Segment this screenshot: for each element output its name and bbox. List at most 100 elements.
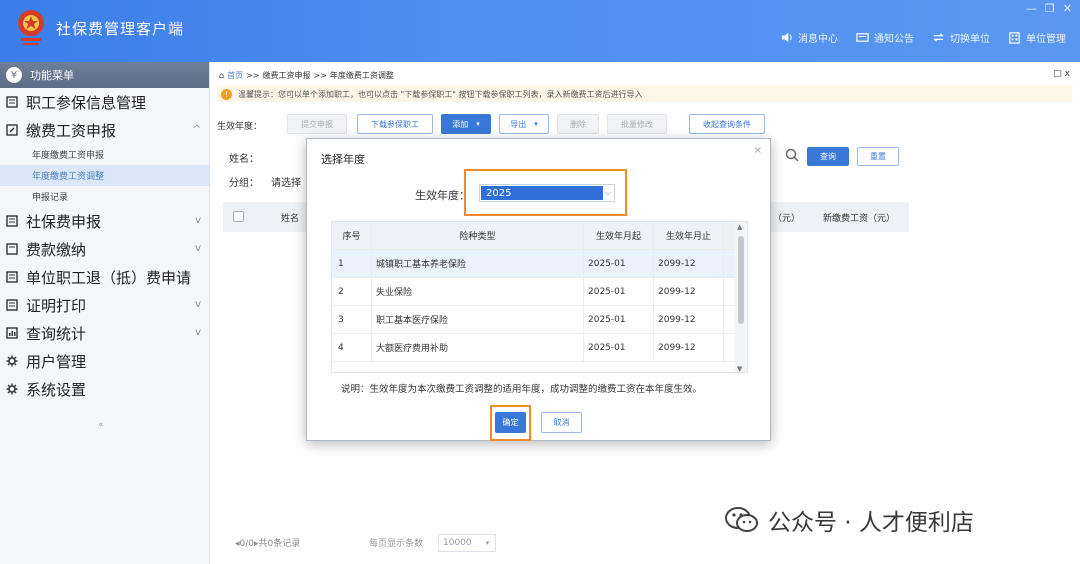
yen-icon: ¥ <box>6 67 22 83</box>
scroll-down-icon[interactable]: ▼ <box>737 365 742 372</box>
cell-type: 城镇职工基本养老保险 <box>372 250 584 277</box>
unit-manage-button[interactable]: 单位管理 <box>1008 30 1066 45</box>
cell-end: 2099-12 <box>654 334 724 361</box>
grid-icon <box>6 215 18 227</box>
export-button[interactable]: 导出 ▾ <box>499 114 549 134</box>
building-icon <box>1009 32 1020 44</box>
search-button[interactable]: 查询 <box>807 147 849 166</box>
select-all-checkbox[interactable] <box>233 211 244 222</box>
grid-icon <box>6 271 18 283</box>
emblem-logo-icon <box>18 10 44 45</box>
watermark: 公众号 · 人才便利店 <box>724 503 974 537</box>
chevron-down-icon: ▾ <box>485 539 490 547</box>
message-center-button[interactable]: 消息中心 <box>780 30 838 45</box>
collapse-query-button[interactable]: 收起查询条件 <box>689 114 765 134</box>
chevron-down-icon: v <box>195 215 201 226</box>
window-controls: — ❐ ✕ <box>1026 2 1072 15</box>
cancel-button[interactable]: 取消 <box>541 412 582 433</box>
add-button[interactable]: 添加 ▾ <box>441 114 491 134</box>
cell-index: 3 <box>332 306 372 333</box>
menu-item-certificate[interactable]: 证明打印 v <box>0 291 209 319</box>
sidebar-header: ¥ 功能菜单 <box>0 62 209 88</box>
add-label: 添加 <box>452 119 469 129</box>
menu-item-label: 用户管理 <box>26 352 87 371</box>
chevron-up-icon: ^ <box>192 124 201 135</box>
app-title: 社保费管理客户端 <box>56 20 185 38</box>
gear-icon <box>6 383 18 395</box>
table-row[interactable]: 2 失业保险 2025-01 2099-12 <box>332 278 737 306</box>
group-select[interactable]: 请选择 <box>271 174 301 189</box>
cell-end: 2099-12 <box>654 278 724 305</box>
name-label: 姓名： <box>229 154 259 165</box>
table-row[interactable]: 3 职工基本医疗保险 2025-01 2099-12 <box>332 306 737 334</box>
table-header-row: 序号 险种类型 生效年月起 生效年月止 <box>332 222 737 250</box>
top-actions: 消息中心 通知公告 切换单位 单位管理 <box>780 30 1066 45</box>
delete-button[interactable]: 删除 <box>557 114 599 134</box>
menu-item-user-manage[interactable]: 用户管理 <box>0 347 209 375</box>
menu-item-payment[interactable]: 费款缴纳 v <box>0 235 209 263</box>
collapse-sidebar-button[interactable]: « <box>98 420 104 430</box>
year-label: 生效年度： <box>415 189 470 202</box>
chevron-down-icon: ▾ <box>534 120 538 128</box>
year-select[interactable]: 2025 ⌵ <box>479 184 615 202</box>
switch-icon <box>933 33 944 42</box>
sub-item-records[interactable]: 申报记录 <box>0 186 209 207</box>
table-scrollbar[interactable]: ▲ ▼ <box>735 222 747 372</box>
menu-item-label: 查询统计 <box>26 324 87 343</box>
download-staff-button[interactable]: 下载参保职工 <box>357 114 433 134</box>
dialog-close-button[interactable]: × <box>754 145 762 156</box>
breadcrumb-home[interactable]: 首页 <box>227 70 243 81</box>
restore-button[interactable]: ❐ <box>1045 2 1055 15</box>
tip-banner: ! 温馨提示：您可以单个添加职工，也可以点击 "下载参保职工" 按钮下载参保职工… <box>217 86 1072 102</box>
breadcrumb: ⌂ 首页 >> 缴费工资申报 >> 年度缴费工资调整 <box>219 70 394 81</box>
menu-item-fee-declare[interactable]: 社保费申报 v <box>0 207 209 235</box>
pager[interactable]: ◂0/0▸共0条记录 <box>235 536 300 549</box>
menu-item-wage-declare[interactable]: 缴费工资申报 ^ <box>0 116 209 144</box>
cell-index: 4 <box>332 334 372 361</box>
page-size-select[interactable]: 10000 ▾ <box>438 534 496 552</box>
message-center-label: 消息中心 <box>798 34 838 45</box>
minimize-button[interactable]: — <box>1026 2 1037 15</box>
menu-item-label: 缴费工资申报 <box>26 121 117 140</box>
menu-item-refund[interactable]: 单位职工退（抵）费申请 <box>0 263 209 291</box>
unit-manage-label: 单位管理 <box>1026 34 1066 45</box>
cell-type: 职工基本医疗保险 <box>372 306 584 333</box>
export-label: 导出 <box>510 119 527 129</box>
notice-button[interactable]: 通知公告 <box>856 30 914 45</box>
watermark-text: 公众号 · 人才便利店 <box>768 510 974 536</box>
scroll-thumb[interactable] <box>738 236 744 324</box>
panel-close-button[interactable]: □ x <box>1053 69 1070 79</box>
effective-year-label: 生效年度： <box>217 122 263 132</box>
year-value: 2025 <box>481 186 603 200</box>
batch-edit-button[interactable]: 批量修改 <box>607 114 667 134</box>
chevron-down-icon: ⌵ <box>604 188 611 197</box>
toolbar: 生效年度： 提交申报 下载参保职工 添加 ▾ 导出 ▾ 删除 批量修改 收起查询… <box>211 114 1080 136</box>
breadcrumb-sep: >> <box>246 71 260 80</box>
menu-item-statistics[interactable]: 查询统计 v <box>0 319 209 347</box>
col-type: 险种类型 <box>372 222 584 249</box>
menu-item-label: 单位职工退（抵）费申请 <box>26 268 192 287</box>
table-row[interactable]: 4 大额医疗费用补助 2025-01 2099-12 <box>332 334 737 362</box>
notice-icon <box>856 33 869 42</box>
scroll-up-icon[interactable]: ▲ <box>737 223 742 231</box>
cell-index: 1 <box>332 250 372 277</box>
sidebar-header-label: 功能菜单 <box>30 69 74 82</box>
switch-unit-button[interactable]: 切换单位 <box>932 30 990 45</box>
menu-item-system-settings[interactable]: 系统设置 <box>0 375 209 403</box>
chevron-down-icon: v <box>195 327 201 338</box>
edit-icon <box>6 124 18 136</box>
close-window-button[interactable]: ✕ <box>1063 2 1072 15</box>
sub-item-annual-adjust[interactable]: 年度缴费工资调整 <box>0 165 209 186</box>
submit-button[interactable]: 提交申报 <box>287 114 347 134</box>
ok-button[interactable]: 确定 <box>495 412 526 433</box>
reset-button[interactable]: 重置 <box>857 147 899 166</box>
sidebar: ¥ 功能菜单 职工参保信息管理 缴费工资申报 ^ 年度缴费工资申报 年度缴费工资… <box>0 62 210 564</box>
tip-text: 温馨提示：您可以单个添加职工，也可以点击 "下载参保职工" 按钮下载参保职工列表… <box>238 89 643 99</box>
sub-item-annual-declare[interactable]: 年度缴费工资申报 <box>0 144 209 165</box>
chevron-down-icon: v <box>195 299 201 310</box>
table-row[interactable]: 1 城镇职工基本养老保险 2025-01 2099-12 <box>332 250 737 278</box>
info-icon: ! <box>221 88 232 100</box>
page-size-value: 10000 <box>443 538 472 548</box>
breadcrumb-level1[interactable]: 缴费工资申报 <box>262 70 310 81</box>
menu-item-insured-info[interactable]: 职工参保信息管理 <box>0 88 209 116</box>
